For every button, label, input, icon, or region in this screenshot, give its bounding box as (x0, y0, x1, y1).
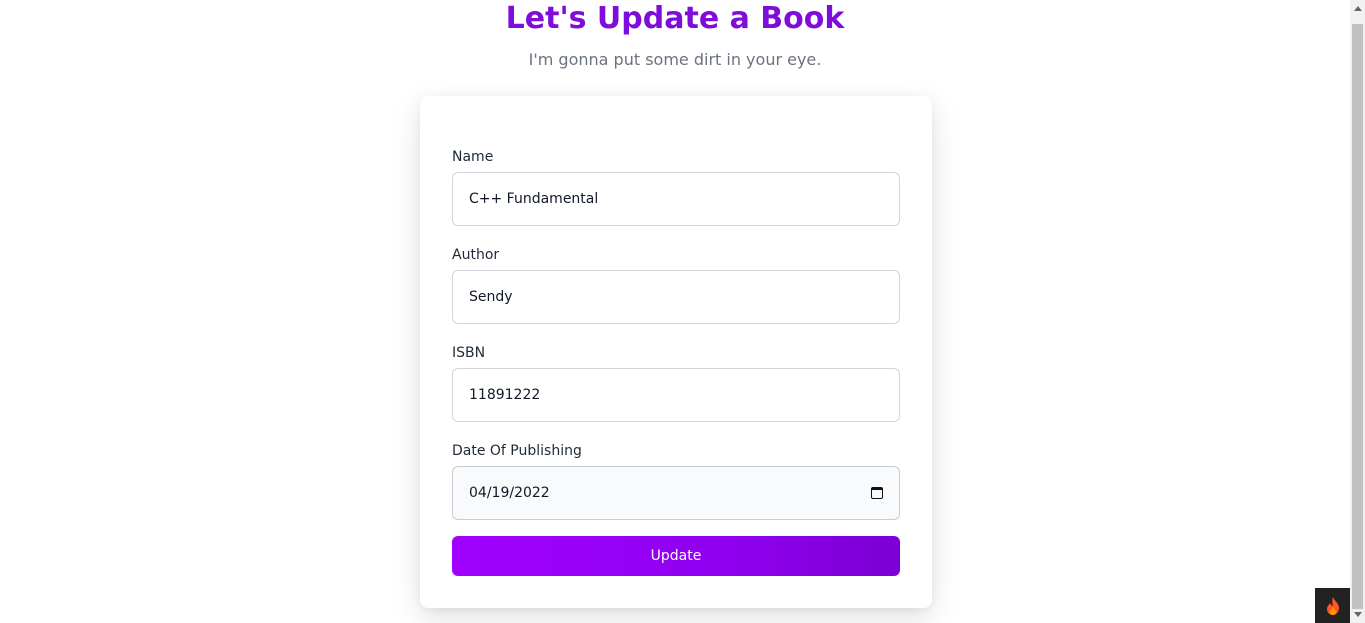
page-subtitle: I'm gonna put some dirt in your eye. (528, 50, 822, 69)
flame-icon (1326, 596, 1339, 615)
name-input-value: C++ Fundamental (469, 191, 599, 207)
page: Let's Update a Book I'm gonna put some d… (0, 0, 1350, 623)
isbn-label: ISBN (452, 345, 486, 361)
isbn-input-value: 11891222 (469, 387, 541, 403)
date-input-value: 04/19/2022 (469, 485, 550, 501)
calendar-icon[interactable] (871, 487, 883, 499)
scroll-thumb[interactable] (1352, 24, 1363, 609)
scroll-down-arrow-icon[interactable] (1354, 612, 1362, 617)
name-label: Name (452, 149, 494, 165)
author-label: Author (452, 247, 500, 263)
update-button[interactable]: Update (452, 536, 900, 576)
devtools-badge[interactable] (1315, 588, 1350, 623)
update-book-form: Name C++ Fundamental Author Sendy ISBN 1… (420, 96, 932, 608)
author-input[interactable]: Sendy (452, 270, 900, 324)
page-title: Let's Update a Book (505, 1, 845, 36)
scroll-up-arrow-icon[interactable] (1354, 6, 1362, 11)
date-input[interactable]: 04/19/2022 (452, 466, 900, 520)
isbn-input[interactable]: 11891222 (452, 368, 900, 422)
author-input-value: Sendy (469, 289, 513, 305)
vertical-scrollbar[interactable] (1350, 0, 1365, 623)
name-input[interactable]: C++ Fundamental (452, 172, 900, 226)
date-label: Date Of Publishing (452, 443, 582, 459)
